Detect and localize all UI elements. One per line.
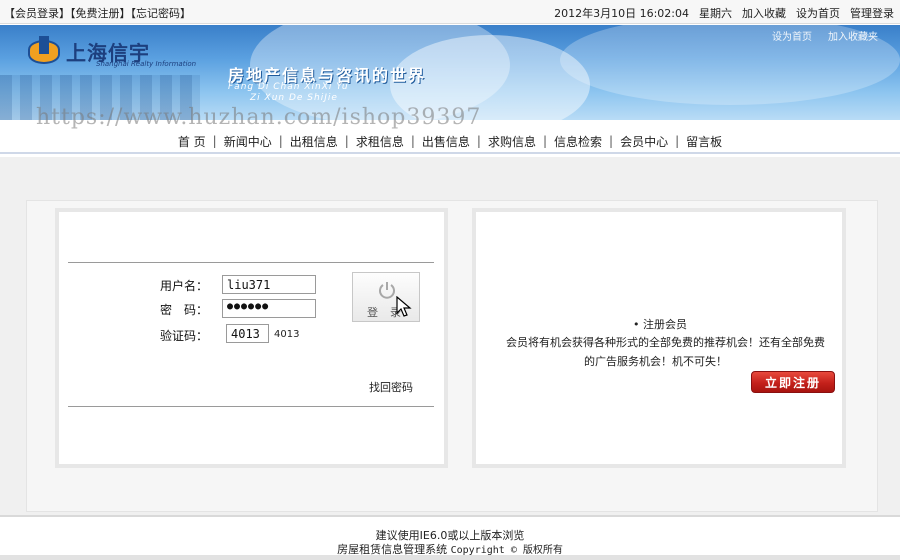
- banner-pinyin-line1: Fang Di Chan XinXi Yu: [228, 82, 349, 92]
- top-left-links: 【会员登录】【免费注册】【忘记密码】: [4, 5, 191, 21]
- banner-links: 设为首页 加入收藏夹: [772, 28, 878, 43]
- nav-item-home[interactable]: 首 页: [171, 133, 213, 150]
- logo-subtitle: Shanghai Realty Information: [96, 60, 197, 68]
- username-input[interactable]: [222, 275, 316, 294]
- top-bar: 【会员登录】【免费注册】【忘记密码】 2012年3月10日 16:02:04 星…: [0, 0, 900, 24]
- add-favorite-link[interactable]: 加入收藏: [742, 5, 786, 21]
- password-label: 密 码：: [160, 303, 209, 317]
- top-right-links: 2012年3月10日 16:02:04 星期六 加入收藏 设为首页 管理登录: [554, 5, 894, 21]
- login-divider-top: [68, 262, 434, 263]
- nav-item-rent-wanted[interactable]: 求租信息: [349, 133, 411, 150]
- free-register-link[interactable]: 【免费注册】: [70, 7, 131, 20]
- banner-pinyin-line2: Zi Xun De ShiJie: [250, 93, 338, 103]
- login-divider-bottom: [68, 406, 434, 407]
- register-now-button[interactable]: 立即注册: [751, 371, 835, 393]
- mouse-cursor-icon: [396, 296, 412, 317]
- power-icon: [379, 282, 395, 299]
- banner-homepage-link[interactable]: 设为首页: [772, 28, 812, 43]
- footer-divider: [0, 515, 900, 517]
- recover-password-link[interactable]: 找回密码: [369, 379, 413, 395]
- nav-item-for-sale[interactable]: 出售信息: [415, 133, 477, 150]
- username-label: 用户名：: [160, 279, 209, 293]
- datetime-display: 2012年3月10日 16:02:04: [554, 7, 689, 20]
- main-nav: 首 页 | 新闻中心 | 出租信息 | 求租信息 | 出售信息 | 求购信息 | 信息检索 |…: [0, 128, 900, 154]
- captcha-input[interactable]: [226, 324, 269, 343]
- admin-login-link[interactable]: 管理登录: [850, 5, 894, 21]
- password-input[interactable]: ●●●●●●: [222, 299, 316, 318]
- member-login-link[interactable]: 【会员登录】: [4, 7, 70, 20]
- nav-item-news[interactable]: 新闻中心: [217, 133, 279, 150]
- captcha-label: 验证码：: [160, 329, 209, 343]
- nav-item-rent-out[interactable]: 出租信息: [283, 133, 345, 150]
- banner-favorite-link[interactable]: 加入收藏夹: [828, 28, 878, 43]
- forgot-password-link[interactable]: 【忘记密码】: [131, 7, 192, 20]
- register-title: • 注册会员: [633, 318, 687, 331]
- weekday-display: 星期六: [699, 7, 732, 20]
- logo-icon: [28, 35, 60, 64]
- nav-item-member-center[interactable]: 会员中心: [613, 133, 675, 150]
- nav-item-guestbook[interactable]: 留言板: [679, 133, 729, 150]
- register-text-line1: 会员将有机会获得各种形式的全部免费的推荐机会！还有全部免费: [506, 336, 825, 349]
- register-text-line2: 的广告服务机会！机不可失！: [584, 355, 727, 368]
- captcha-image[interactable]: 4013: [274, 329, 299, 340]
- bottom-strip: [0, 555, 900, 560]
- nav-item-buy-wanted[interactable]: 求购信息: [481, 133, 543, 150]
- set-homepage-link[interactable]: 设为首页: [796, 5, 840, 21]
- watermark-text: https://www.huzhan.com/ishop39397: [36, 105, 482, 130]
- nav-item-search[interactable]: 信息检索: [547, 133, 609, 150]
